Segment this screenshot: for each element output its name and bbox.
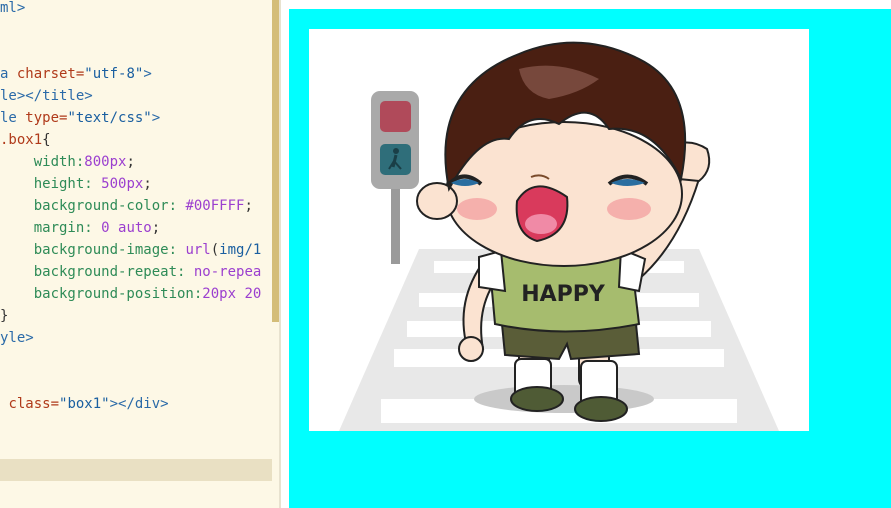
- code-line[interactable]: ml>: [0, 0, 25, 19]
- code-token: "utf-8": [84, 66, 144, 82]
- code-editor[interactable]: ml> a charset="utf-8"> le></title> le type=…: [0, 0, 272, 508]
- code-line[interactable]: class="box1"></div>: [0, 393, 169, 415]
- code-line[interactable]: le type="text/css">: [0, 107, 160, 129]
- traffic-light-red: [380, 101, 411, 132]
- code-token: background-color:: [0, 198, 186, 214]
- code-token: 0 auto: [101, 220, 152, 236]
- code-token: 800px: [84, 154, 127, 170]
- code-token: ;: [143, 176, 152, 192]
- preview-pane: HAPPY: [281, 0, 891, 508]
- code-token: margin:: [0, 220, 102, 236]
- code-line[interactable]: background-position:20px 20: [0, 283, 262, 305]
- code-token: background-repeat:: [0, 264, 194, 280]
- code-token: ;: [126, 154, 135, 170]
- happy-boy-illustration: HAPPY: [339, 41, 779, 431]
- code-token: {: [42, 132, 51, 148]
- code-token: ml>: [0, 0, 26, 16]
- code-token: 20px 20: [202, 286, 262, 302]
- code-token: >: [151, 110, 161, 126]
- code-token: (: [210, 242, 220, 258]
- code-token: ;: [151, 220, 161, 236]
- code-line[interactable]: background-repeat: no-repea: [0, 261, 262, 283]
- code-token: ></div>: [109, 396, 169, 412]
- code-token: img/1: [219, 242, 262, 258]
- code-token: width:: [0, 154, 85, 170]
- background-image: HAPPY: [309, 29, 809, 431]
- code-line[interactable]: yle>: [0, 327, 34, 349]
- code-token: url: [185, 242, 211, 258]
- code-token: no-repea: [193, 264, 262, 280]
- current-line-highlight: [0, 459, 272, 481]
- code-token: le: [0, 110, 26, 126]
- shirt-text: HAPPY: [521, 282, 606, 307]
- code-line[interactable]: }: [0, 305, 8, 327]
- code-token: yle>: [0, 330, 34, 346]
- code-token: 500px: [101, 176, 144, 192]
- code-token: .box1: [0, 132, 43, 148]
- code-token: a: [0, 66, 17, 82]
- code-token: #00FFFF: [185, 198, 245, 214]
- code-line[interactable]: background-image: url(img/1: [0, 239, 262, 261]
- code-token: "text/css": [67, 110, 152, 126]
- code-token: class=: [8, 396, 60, 412]
- box1-div: HAPPY: [289, 9, 891, 508]
- code-token: type=: [25, 110, 68, 126]
- code-token: }: [0, 308, 9, 324]
- code-token: ;: [244, 198, 253, 214]
- code-token: charset=: [16, 66, 85, 82]
- code-token: background-position:: [0, 286, 203, 302]
- code-token: >: [143, 66, 152, 82]
- code-token: height:: [0, 176, 102, 192]
- code-line[interactable]: a charset="utf-8">: [0, 63, 152, 85]
- code-token: le></title>: [0, 88, 93, 104]
- code-line[interactable]: height: 500px;: [0, 173, 152, 195]
- code-line[interactable]: margin: 0 auto;: [0, 217, 160, 239]
- editor-scrollbar-track: [272, 322, 279, 508]
- code-line[interactable]: background-color: #00FFFF;: [0, 195, 253, 217]
- code-token: background-image:: [0, 242, 186, 258]
- code-line[interactable]: width:800px;: [0, 151, 135, 173]
- code-line[interactable]: le></title>: [0, 85, 93, 107]
- code-token: "box1": [59, 396, 110, 412]
- editor-scrollbar[interactable]: [272, 0, 279, 322]
- code-line[interactable]: .box1{: [0, 129, 51, 151]
